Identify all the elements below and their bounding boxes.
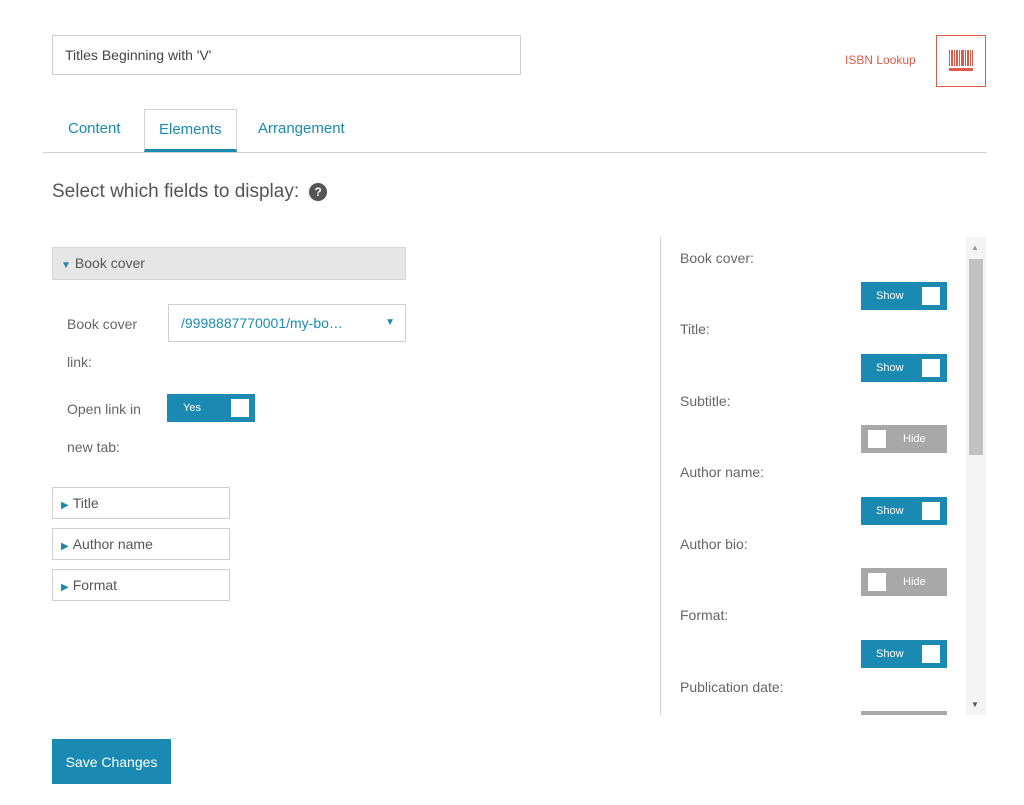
barcode-icon bbox=[949, 50, 973, 71]
triangle-right-icon: ▶ bbox=[61, 582, 69, 593]
toggle-author-name[interactable]: Show bbox=[861, 497, 947, 525]
toggle-knob bbox=[922, 359, 940, 377]
toggle-publication-date[interactable]: Hide bbox=[861, 711, 947, 715]
toggle-knob bbox=[231, 399, 249, 417]
field-label-book-cover: Book cover: bbox=[680, 250, 754, 266]
open-new-tab-label: Open link in bbox=[67, 401, 141, 417]
toggle-text: Show bbox=[876, 505, 904, 517]
toggle-knob bbox=[868, 573, 886, 591]
field-label-title: Title: bbox=[680, 321, 710, 337]
accordion-label: Author name bbox=[72, 536, 153, 552]
tab-bar: Content Elements Arrangement bbox=[43, 109, 987, 153]
toggle-text: Show bbox=[876, 290, 904, 302]
toggle-text: Yes bbox=[183, 402, 201, 414]
toggle-text: Show bbox=[876, 362, 904, 374]
field-label-author-name: Author name: bbox=[680, 464, 765, 480]
toggle-book-cover[interactable]: Show bbox=[861, 282, 947, 310]
tab-elements[interactable]: Elements bbox=[144, 109, 237, 152]
book-cover-link-label: Book cover bbox=[67, 316, 138, 332]
triangle-right-icon: ▶ bbox=[61, 500, 69, 511]
accordion-label: Book cover bbox=[74, 255, 145, 271]
select-value: /9998887770001/my-bo… bbox=[181, 315, 343, 331]
field-label-author-bio: Author bio: bbox=[680, 536, 748, 552]
toggle-text: Show bbox=[876, 648, 904, 660]
scrollbar-thumb[interactable] bbox=[969, 259, 983, 455]
tab-arrangement[interactable]: Arrangement bbox=[244, 109, 359, 152]
triangle-down-icon: ▼ bbox=[61, 260, 71, 271]
toggle-title[interactable]: Show bbox=[861, 354, 947, 382]
barcode-button[interactable] bbox=[936, 35, 986, 87]
field-label-subtitle: Subtitle: bbox=[680, 393, 731, 409]
toggle-subtitle[interactable]: Hide bbox=[861, 425, 947, 453]
section-heading: Select which fields to display: ? bbox=[52, 181, 328, 203]
toggle-text: Hide bbox=[903, 433, 926, 445]
heading-text: Select which fields to display: bbox=[52, 181, 300, 202]
book-cover-link-select[interactable]: /9998887770001/my-bo… ▼ bbox=[168, 304, 406, 342]
panel-scrollbar[interactable]: ▲ ▼ bbox=[966, 237, 986, 715]
accordion-author-name[interactable]: ▶ Author name bbox=[52, 528, 230, 560]
open-new-tab-toggle[interactable]: Yes bbox=[167, 394, 255, 422]
tab-content[interactable]: Content bbox=[54, 109, 135, 152]
field-label-format: Format: bbox=[680, 607, 729, 623]
open-new-tab-label-2: new tab: bbox=[67, 439, 120, 455]
caret-down-icon: ▼ bbox=[385, 317, 395, 328]
field-label-publication-date: Publication date: bbox=[680, 679, 784, 695]
save-changes-button[interactable]: Save Changes bbox=[52, 739, 171, 784]
scroll-down-arrow-icon[interactable]: ▼ bbox=[971, 700, 979, 709]
fields-display-panel: Book cover: Show Title: Show Subtitle: H… bbox=[661, 237, 986, 715]
accordion-title[interactable]: ▶ Title bbox=[52, 487, 230, 519]
triangle-right-icon: ▶ bbox=[61, 541, 69, 552]
toggle-author-bio[interactable]: Hide bbox=[861, 568, 947, 596]
isbn-lookup-link[interactable]: ISBN Lookup bbox=[845, 53, 916, 67]
scroll-up-arrow-icon[interactable]: ▲ bbox=[971, 243, 979, 252]
book-cover-link-label-2: link: bbox=[67, 354, 92, 370]
accordion-book-cover[interactable]: ▼ Book cover bbox=[52, 247, 406, 280]
toggle-format[interactable]: Show bbox=[861, 640, 947, 668]
accordion-format[interactable]: ▶ Format bbox=[52, 569, 230, 601]
question-circle-icon[interactable]: ? bbox=[309, 183, 328, 201]
toggle-text: Hide bbox=[903, 576, 926, 588]
accordion-label: Format bbox=[72, 577, 118, 593]
toggle-knob bbox=[922, 502, 940, 520]
toggle-knob bbox=[922, 287, 940, 305]
title-input[interactable] bbox=[52, 35, 521, 75]
toggle-knob bbox=[868, 430, 886, 448]
accordion-label: Title bbox=[72, 495, 99, 511]
toggle-knob bbox=[922, 645, 940, 663]
